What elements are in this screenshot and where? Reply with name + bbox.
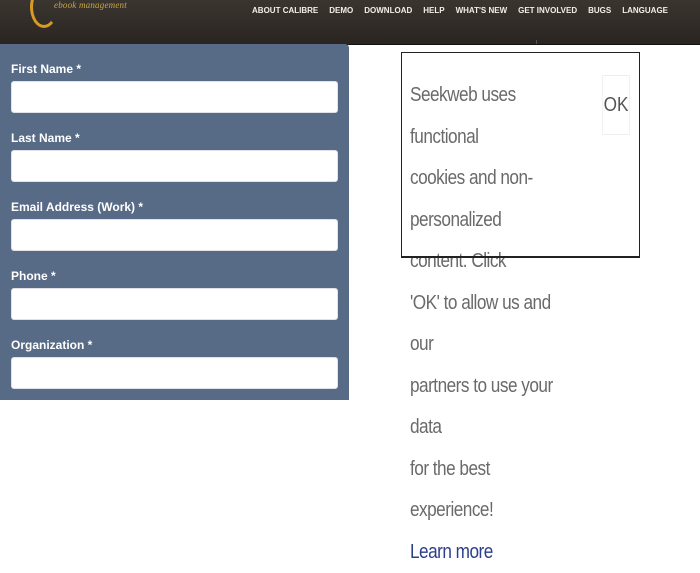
nav-item-get-involved[interactable]: Get Involved [518,6,577,20]
divider-tick [536,40,537,44]
nav-item-demo[interactable]: Demo [329,6,353,20]
phone-field[interactable] [11,288,338,320]
learn-more-link[interactable]: Learn more [410,532,493,573]
nav-item-help[interactable]: Help [423,6,444,20]
consent-line: for the best experience! [410,449,556,532]
main-nav: About Calibre Demo Download Help What's … [241,6,700,20]
top-navigation-bar: ebook management About Calibre Demo Down… [0,0,700,45]
phone-label: Phone * [11,269,56,283]
nav-item-about-calibre[interactable]: About Calibre [252,6,318,20]
first-name-label: First Name * [11,62,81,76]
consent-line: Seekweb uses functional [410,75,556,158]
first-name-field[interactable] [11,81,338,113]
last-name-field[interactable] [11,150,338,182]
consent-line: 'OK' to allow us and our [410,283,556,366]
nav-item-bugs[interactable]: Bugs [588,6,611,20]
nav-item-language[interactable]: Language [622,6,668,20]
nav-item-download[interactable]: Download [364,6,412,20]
email-field[interactable] [11,219,338,251]
email-label: Email Address (Work) * [11,200,143,214]
nav-item-whats-new[interactable]: What's New [456,6,508,20]
consent-line: cookies and non- [410,158,556,200]
contact-form-panel: First Name * Last Name * Email Address (… [0,44,349,400]
organization-field[interactable] [11,357,338,389]
logo-tagline: ebook management [54,0,127,10]
organization-label: Organization * [11,338,92,352]
last-name-label: Last Name * [11,131,80,145]
ok-button[interactable]: OK [602,75,630,135]
consent-line: personalized content. Click [410,200,556,283]
consent-line: partners to use your data [410,366,556,449]
cookie-consent-message: Seekweb uses functional cookies and non-… [410,75,556,573]
